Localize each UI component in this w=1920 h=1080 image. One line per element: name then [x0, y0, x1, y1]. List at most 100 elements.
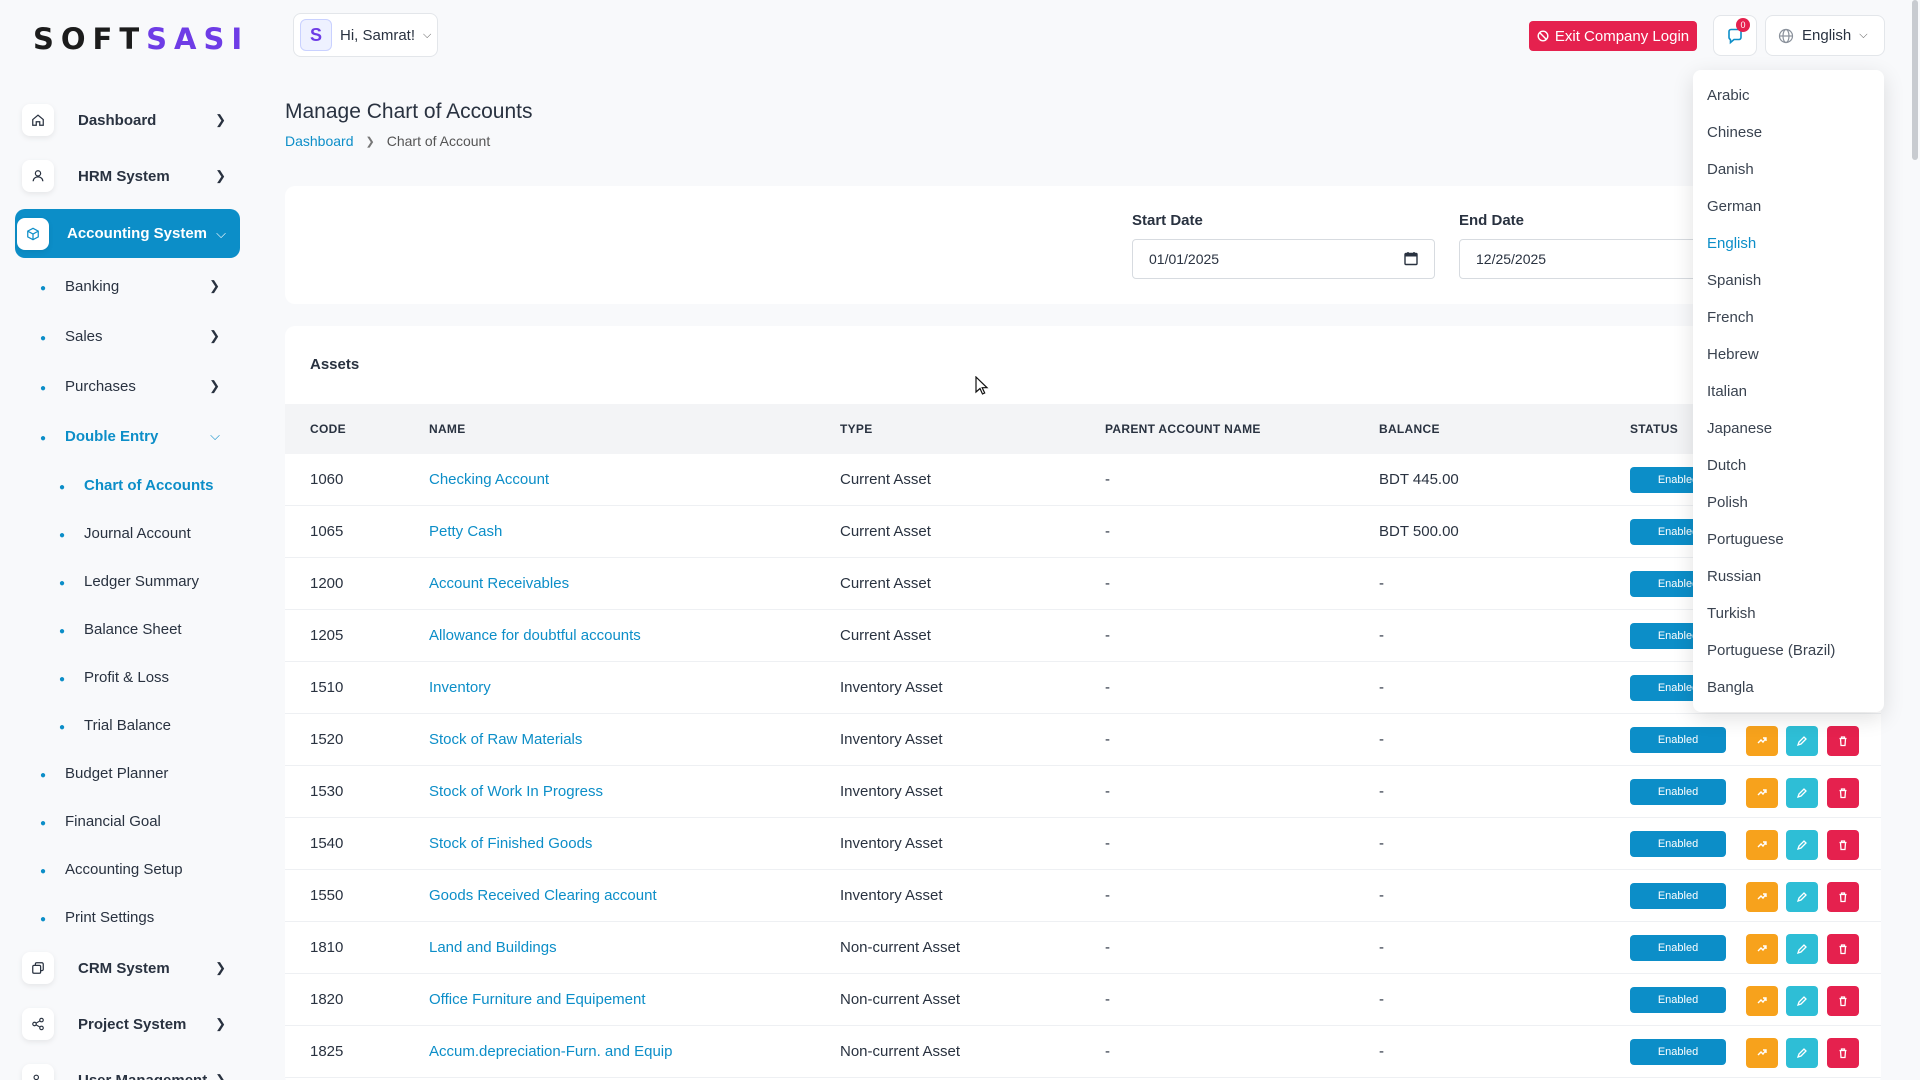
sidebar-item-ledger-summary[interactable]: ● Ledger Summary: [59, 566, 249, 596]
delete-button[interactable]: [1827, 726, 1859, 756]
language-option[interactable]: Russian: [1707, 568, 1761, 585]
sidebar-item-label: Accounting System: [67, 225, 208, 242]
sidebar-item-label: Banking: [65, 277, 120, 295]
account-name-link[interactable]: Checking Account: [429, 471, 549, 488]
breadcrumb-dashboard-link[interactable]: Dashboard: [285, 133, 354, 149]
sidebar-item-double-entry[interactable]: ● Double Entry ⌵: [40, 421, 230, 451]
status-badge[interactable]: Enabled: [1630, 987, 1726, 1013]
transaction-summary-button[interactable]: [1746, 986, 1778, 1016]
delete-button[interactable]: [1827, 778, 1859, 808]
cell-balance: -: [1379, 627, 1384, 644]
exit-company-login-button[interactable]: Exit Company Login: [1529, 21, 1697, 51]
bullet-icon: ●: [40, 817, 47, 829]
transaction-summary-button[interactable]: [1746, 830, 1778, 860]
status-badge[interactable]: Enabled: [1630, 831, 1726, 857]
language-option[interactable]: Polish: [1707, 494, 1748, 511]
delete-button[interactable]: [1827, 830, 1859, 860]
edit-button[interactable]: [1786, 726, 1818, 756]
delete-button[interactable]: [1827, 934, 1859, 964]
account-name-link[interactable]: Goods Received Clearing account: [429, 887, 657, 904]
transaction-summary-button[interactable]: [1746, 778, 1778, 808]
delete-button[interactable]: [1827, 1038, 1859, 1068]
transaction-summary-button[interactable]: [1746, 934, 1778, 964]
sidebar-item-banking[interactable]: ● Banking ❯: [40, 271, 230, 301]
edit-button[interactable]: [1786, 1038, 1818, 1068]
language-option[interactable]: French: [1707, 309, 1754, 326]
sidebar-item-budget-planner[interactable]: ● Budget Planner: [40, 758, 230, 788]
chart-icon: [1756, 735, 1768, 747]
status-badge[interactable]: Enabled: [1630, 883, 1726, 909]
language-option[interactable]: Japanese: [1707, 420, 1772, 437]
sidebar-item-accounting-setup[interactable]: ● Accounting Setup: [40, 854, 230, 884]
language-option[interactable]: Italian: [1707, 383, 1747, 400]
language-option[interactable]: Turkish: [1707, 605, 1756, 622]
transaction-summary-button[interactable]: [1746, 726, 1778, 756]
language-option[interactable]: Arabic: [1707, 87, 1750, 104]
transaction-summary-button[interactable]: [1746, 882, 1778, 912]
brand-logo[interactable]: SOFTSASI: [33, 22, 249, 56]
brand-logo-part1: SOFT: [33, 22, 147, 56]
account-name-link[interactable]: Stock of Finished Goods: [429, 835, 592, 852]
account-name-link[interactable]: Land and Buildings: [429, 939, 557, 956]
language-option[interactable]: Dutch: [1707, 457, 1746, 474]
edit-button[interactable]: [1786, 830, 1818, 860]
delete-button[interactable]: [1827, 882, 1859, 912]
language-option[interactable]: Hebrew: [1707, 346, 1759, 363]
sidebar-item-label: Journal Account: [84, 524, 191, 542]
sidebar-item-trial-balance[interactable]: ● Trial Balance: [59, 710, 249, 740]
sidebar-item-chart-of-accounts[interactable]: ● Chart of Accounts: [59, 470, 249, 500]
page-scrollbar[interactable]: [1912, 0, 1918, 160]
transaction-summary-button[interactable]: [1746, 1038, 1778, 1068]
table-row: 1810 Land and Buildings Non-current Asset -…: [285, 922, 1881, 974]
user-menu-button[interactable]: S Hi, Samrat! ⌵: [293, 13, 438, 57]
status-badge[interactable]: Enabled: [1630, 935, 1726, 961]
status-badge[interactable]: Enabled: [1630, 727, 1726, 753]
account-name-link[interactable]: Stock of Work In Progress: [429, 783, 603, 800]
chart-icon: [1756, 839, 1768, 851]
language-option[interactable]: Portuguese (Brazil): [1707, 642, 1835, 659]
sidebar-item-hrm[interactable]: HRM System ❯: [20, 152, 240, 200]
cell-balance: -: [1379, 939, 1384, 956]
sidebar-item-profit-loss[interactable]: ● Profit & Loss: [59, 662, 249, 692]
account-name-link[interactable]: Accum.depreciation-Furn. and Equip: [429, 1043, 672, 1060]
sidebar-item-financial-goal[interactable]: ● Financial Goal: [40, 806, 230, 836]
account-name-link[interactable]: Account Receivables: [429, 575, 569, 592]
sidebar-item-crm[interactable]: CRM System ❯: [20, 944, 240, 992]
notification-button[interactable]: [1713, 15, 1757, 56]
language-option[interactable]: German: [1707, 198, 1761, 215]
language-option[interactable]: Bangla: [1707, 679, 1754, 696]
account-name-link[interactable]: Petty Cash: [429, 523, 502, 540]
language-option[interactable]: Danish: [1707, 161, 1754, 178]
sidebar-item-sales[interactable]: ● Sales ❯: [40, 321, 230, 351]
status-badge[interactable]: Enabled: [1630, 1039, 1726, 1065]
account-name-link[interactable]: Inventory: [429, 679, 491, 696]
edit-button[interactable]: [1786, 986, 1818, 1016]
chevron-down-icon: ⌵: [1859, 29, 1868, 41]
account-name-link[interactable]: Allowance for doubtful accounts: [429, 627, 641, 644]
status-badge[interactable]: Enabled: [1630, 779, 1726, 805]
edit-button[interactable]: [1786, 934, 1818, 964]
sidebar-item-purchases[interactable]: ● Purchases ❯: [40, 371, 230, 401]
home-icon: [22, 104, 54, 136]
sidebar-item-accounting[interactable]: Accounting System ⌵: [15, 209, 240, 258]
calendar-icon[interactable]: [1404, 251, 1418, 269]
sidebar-item-project[interactable]: Project System ❯: [20, 1000, 240, 1048]
start-date-input[interactable]: 01/01/2025: [1132, 239, 1435, 279]
account-name-link[interactable]: Office Furniture and Equipement: [429, 991, 646, 1008]
delete-button[interactable]: [1827, 986, 1859, 1016]
sidebar-item-user-management[interactable]: User Management ❯: [20, 1056, 240, 1080]
language-selector[interactable]: English ⌵: [1765, 15, 1885, 56]
edit-button[interactable]: [1786, 778, 1818, 808]
sidebar-item-balance-sheet[interactable]: ● Balance Sheet: [59, 614, 249, 644]
account-name-link[interactable]: Stock of Raw Materials: [429, 731, 582, 748]
language-option[interactable]: Spanish: [1707, 272, 1761, 289]
sidebar-item-journal-account[interactable]: ● Journal Account: [59, 518, 249, 548]
language-option[interactable]: Portuguese: [1707, 531, 1784, 548]
chart-icon: [1756, 891, 1768, 903]
edit-button[interactable]: [1786, 882, 1818, 912]
sidebar-item-dashboard[interactable]: Dashboard ❯: [20, 96, 240, 144]
sidebar-item-print-settings[interactable]: ● Print Settings: [40, 902, 230, 932]
language-option[interactable]: English: [1707, 235, 1756, 252]
language-option[interactable]: Chinese: [1707, 124, 1762, 141]
sidebar-item-label: Trial Balance: [84, 716, 171, 734]
